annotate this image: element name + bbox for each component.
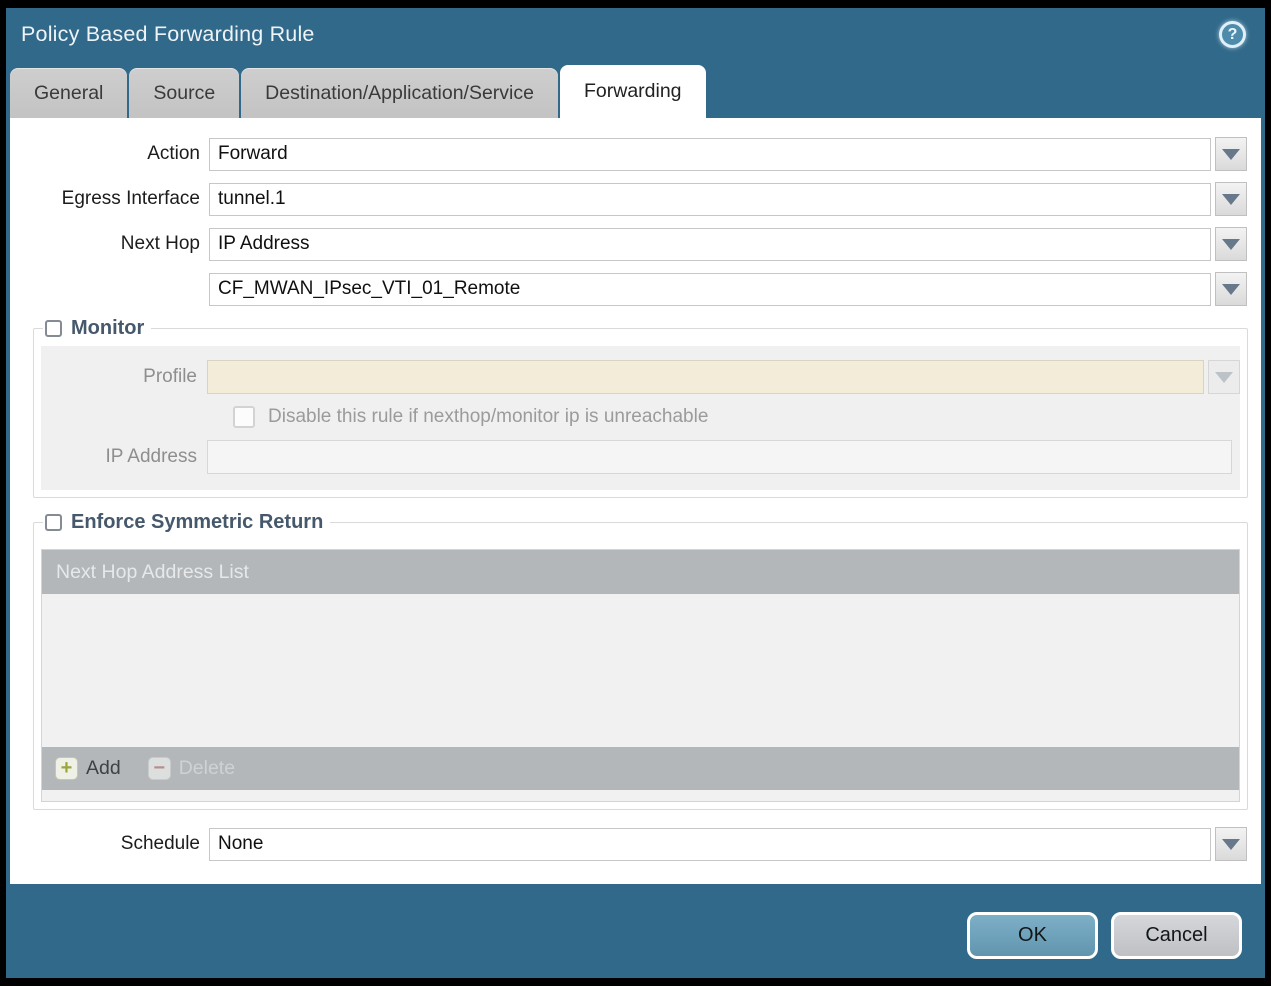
action-label: Action <box>147 143 200 164</box>
ok-button-label: OK <box>1018 924 1047 946</box>
next-hop-label: Next Hop <box>120 233 200 254</box>
schedule-label: Schedule <box>120 833 200 854</box>
next-hop-dropdown-button[interactable] <box>1215 227 1247 261</box>
enforce-symmetric-return-group: Enforce Symmetric Return Next Hop Addres… <box>33 511 1248 810</box>
next-hop-address-list-header-label: Next Hop Address List <box>56 560 249 583</box>
enforce-symmetric-return-legend-label: Enforce Symmetric Return <box>71 511 324 533</box>
next-hop-address-table: Next Hop Address List + Add − Delete <box>41 549 1240 802</box>
next-hop-row: Next Hop <box>10 227 1261 261</box>
table-bottom-strip <box>42 790 1239 801</box>
egress-interface-row: Egress Interface <box>10 182 1261 216</box>
profile-label: Profile <box>143 366 197 387</box>
chevron-down-icon <box>1222 193 1240 205</box>
add-button[interactable]: + Add <box>55 757 121 780</box>
tab-destination-label: Destination/Application/Service <box>265 81 534 104</box>
action-input[interactable] <box>209 137 1211 171</box>
tab-bar: General Source Destination/Application/S… <box>6 60 1265 118</box>
next-hop-address-row <box>10 272 1261 306</box>
cancel-button-label: Cancel <box>1145 924 1208 946</box>
schedule-row: Schedule <box>10 827 1261 861</box>
tab-forwarding[interactable]: Forwarding <box>559 65 706 118</box>
action-dropdown-button[interactable] <box>1215 137 1247 171</box>
cancel-button[interactable]: Cancel <box>1111 912 1242 959</box>
chevron-down-icon <box>1222 283 1240 295</box>
schedule-dropdown-button[interactable] <box>1215 827 1247 861</box>
profile-row: Profile <box>41 360 1240 394</box>
chevron-down-icon <box>1222 838 1240 850</box>
dialog-title: Policy Based Forwarding Rule <box>21 21 315 46</box>
minus-icon: − <box>147 757 171 780</box>
disable-rule-row: Disable this rule if nexthop/monitor ip … <box>41 406 1240 428</box>
chevron-down-icon <box>1222 148 1240 160</box>
dialog-button-bar: OK Cancel <box>6 884 1265 959</box>
monitor-legend-label: Monitor <box>71 317 145 339</box>
help-icon[interactable]: ? <box>1219 21 1246 48</box>
egress-interface-input[interactable] <box>209 182 1211 216</box>
action-row: Action <box>10 137 1261 171</box>
monitor-group: Monitor Profile Disable this rule if nex… <box>33 317 1248 498</box>
tab-general[interactable]: General <box>10 68 128 118</box>
next-hop-address-input[interactable] <box>209 272 1211 306</box>
next-hop-address-list-body[interactable] <box>42 594 1239 747</box>
chevron-down-icon <box>1222 238 1240 250</box>
tab-source[interactable]: Source <box>129 68 240 118</box>
disable-rule-checkbox <box>233 406 255 428</box>
next-hop-address-list-toolbar: + Add − Delete <box>42 747 1239 790</box>
add-button-label: Add <box>86 757 121 779</box>
pbf-rule-dialog: Policy Based Forwarding Rule ? General S… <box>6 8 1265 978</box>
dialog-titlebar: Policy Based Forwarding Rule ? <box>6 8 1265 60</box>
chevron-down-icon <box>1215 371 1233 383</box>
monitor-ip-address-label: IP Address <box>105 446 197 467</box>
enforce-symmetric-return-checkbox[interactable] <box>45 514 62 531</box>
delete-button-label: Delete <box>178 757 236 779</box>
tab-source-label: Source <box>153 81 216 104</box>
tab-destination-application-service[interactable]: Destination/Application/Service <box>241 68 558 118</box>
monitor-legend: Monitor <box>43 317 151 340</box>
profile-input <box>207 360 1204 394</box>
schedule-input[interactable] <box>209 827 1211 861</box>
enforce-symmetric-return-legend: Enforce Symmetric Return <box>43 511 330 534</box>
monitor-panel: Profile Disable this rule if nexthop/mon… <box>41 346 1240 490</box>
egress-interface-dropdown-button[interactable] <box>1215 182 1247 216</box>
next-hop-address-dropdown-button[interactable] <box>1215 272 1247 306</box>
delete-button: − Delete <box>147 757 236 780</box>
plus-icon: + <box>55 757 78 780</box>
monitor-checkbox[interactable] <box>45 320 62 337</box>
ok-button[interactable]: OK <box>967 912 1098 959</box>
tab-forwarding-label: Forwarding <box>583 80 682 102</box>
next-hop-type-input[interactable] <box>209 227 1211 261</box>
forwarding-tab-panel: Action Egress Interface Next Hop <box>10 118 1261 884</box>
monitor-ip-address-row: IP Address <box>41 440 1240 474</box>
monitor-ip-address-input <box>207 440 1232 474</box>
egress-interface-label: Egress Interface <box>61 188 200 209</box>
disable-rule-label: Disable this rule if nexthop/monitor ip … <box>268 406 709 427</box>
next-hop-address-list-header: Next Hop Address List <box>42 550 1239 594</box>
tab-general-label: General <box>34 81 104 104</box>
profile-dropdown-button <box>1208 360 1240 394</box>
